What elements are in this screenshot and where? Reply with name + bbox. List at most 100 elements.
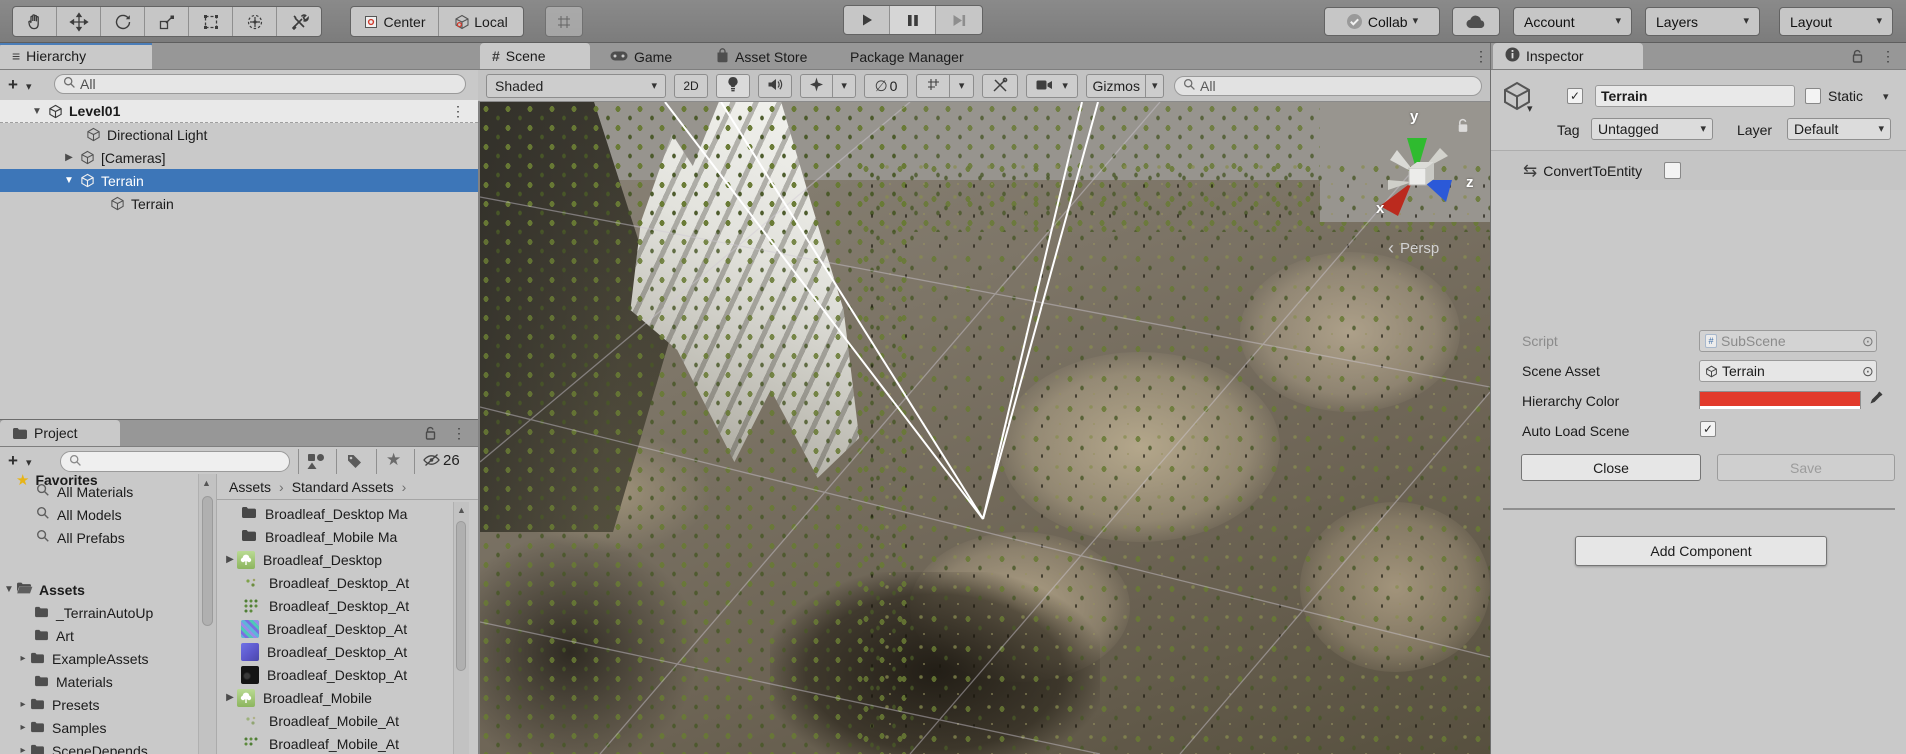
script-field[interactable]: # SubScene ⊙ xyxy=(1699,330,1877,352)
tree-item-folder[interactable]: Art xyxy=(0,624,198,647)
foldout-open-icon[interactable]: ▼ xyxy=(2,584,16,595)
create-object-dropdown-arrow[interactable]: ▾ xyxy=(26,82,32,93)
hierarchy-color-swatch[interactable] xyxy=(1699,391,1861,409)
tree-item-search[interactable]: All Models xyxy=(0,503,198,526)
shading-mode-dropdown[interactable]: Shaded ▾ xyxy=(486,74,666,98)
tab-package-manager[interactable]: Package Manager xyxy=(840,43,974,70)
breadcrumb-root[interactable]: Assets xyxy=(229,479,271,495)
hierarchy-search-input[interactable]: All xyxy=(54,74,466,94)
project-menu-kebab[interactable]: ⋮ xyxy=(452,426,466,440)
foldout-closed-icon[interactable]: ▶ xyxy=(223,692,237,703)
convert-checkbox[interactable] xyxy=(1664,162,1682,179)
gizmo-lock-icon[interactable] xyxy=(1456,118,1470,137)
layer-dropdown[interactable]: Default ▾ xyxy=(1787,118,1891,140)
scene-options-kebab[interactable]: ⋮ xyxy=(451,104,465,118)
scene-viewport[interactable]: y x z ‹ Persp xyxy=(480,102,1490,754)
gizmos-dropdown[interactable]: Gizmos ▾ xyxy=(1086,74,1164,98)
rect-tool-button[interactable] xyxy=(189,7,233,36)
label-tag-icon[interactable] xyxy=(346,453,363,473)
scene-menu-kebab[interactable]: ⋮ xyxy=(1474,49,1488,63)
tag-dropdown[interactable]: Untagged ▾ xyxy=(1591,118,1713,140)
tab-inspector[interactable]: Inspector xyxy=(1493,43,1643,69)
eyedropper-icon[interactable] xyxy=(1869,390,1884,408)
object-picker-icon[interactable]: ⊙ xyxy=(1862,333,1874,350)
tree-item-folder[interactable]: ▸ ExampleAssets xyxy=(0,647,198,670)
tree-item-folder[interactable]: ▸ Samples xyxy=(0,716,198,739)
hierarchy-row[interactable]: Directional Light xyxy=(0,123,478,146)
cloud-button[interactable] xyxy=(1452,7,1500,36)
favorites-star-icon[interactable]: ★ xyxy=(386,450,401,470)
scroll-up-icon[interactable]: ▲ xyxy=(457,505,466,515)
object-picker-icon[interactable]: ⊙ xyxy=(1862,363,1874,380)
scene-visibility-toggle[interactable]: ∅ 0 xyxy=(864,74,908,98)
hierarchy-row-selected[interactable]: ▼ Terrain xyxy=(0,169,478,192)
pivot-toggle-button[interactable]: Center xyxy=(351,7,439,36)
hidden-eye-icon[interactable] xyxy=(422,452,441,471)
asset-row[interactable]: Broadleaf_Desktop_At xyxy=(217,594,457,617)
scene-search-input[interactable]: All xyxy=(1174,76,1482,96)
asset-row[interactable]: Broadleaf_Mobile_At xyxy=(217,732,457,754)
asset-row[interactable]: Broadleaf_Desktop_At xyxy=(217,617,457,640)
scene-camera-dropdown[interactable]: ▾ xyxy=(1026,74,1078,98)
foldout-closed-icon[interactable]: ▶ xyxy=(62,152,76,163)
file-list-scrollbar[interactable]: ▲ xyxy=(453,502,469,754)
asset-row[interactable]: Broadleaf_Desktop_At xyxy=(217,640,457,663)
move-tool-button[interactable] xyxy=(57,7,101,36)
grid-snap-button[interactable] xyxy=(545,6,583,37)
static-dropdown-arrow[interactable]: ▾ xyxy=(1883,92,1889,103)
tree-scrollbar[interactable]: ▲ xyxy=(198,474,216,754)
asset-row[interactable]: Broadleaf_Desktop_At xyxy=(217,663,457,686)
gameobject-name-field[interactable]: Terrain xyxy=(1595,85,1795,107)
save-button[interactable]: Save xyxy=(1717,454,1895,481)
foldout-closed-icon[interactable]: ▸ xyxy=(16,745,30,754)
hierarchy-row-scene[interactable]: ▼ Level01 ⋮ xyxy=(0,100,478,123)
transform-tool-button[interactable] xyxy=(233,7,277,36)
add-component-button[interactable]: Add Component xyxy=(1575,536,1827,566)
layers-dropdown[interactable]: Layers ▾ xyxy=(1645,7,1760,36)
scene-tools-button[interactable] xyxy=(982,74,1018,98)
lock-icon[interactable] xyxy=(424,426,437,444)
asset-row[interactable]: Broadleaf_Desktop Ma xyxy=(217,502,457,525)
static-checkbox[interactable] xyxy=(1805,88,1821,104)
create-asset-dropdown-arrow[interactable]: ▾ xyxy=(26,458,32,469)
tree-item-folder[interactable]: ▸ Presets xyxy=(0,693,198,716)
tab-game[interactable]: Game xyxy=(600,43,682,70)
foldout-closed-icon[interactable]: ▸ xyxy=(16,699,30,710)
foldout-open-icon[interactable]: ▼ xyxy=(30,106,44,117)
tree-item-folder[interactable]: Materials xyxy=(0,670,198,693)
tree-item-assets-root[interactable]: ▼ Assets xyxy=(0,578,198,601)
scene-asset-field[interactable]: Terrain ⊙ xyxy=(1699,360,1877,382)
create-asset-button[interactable]: + xyxy=(8,451,18,471)
tree-item-search[interactable]: All Prefabs xyxy=(0,526,198,549)
hierarchy-row[interactable]: Terrain xyxy=(0,192,478,215)
tab-scene[interactable]: # Scene xyxy=(480,43,590,69)
close-button[interactable]: Close xyxy=(1521,454,1701,481)
custom-tool-button[interactable] xyxy=(277,7,321,36)
tab-hierarchy[interactable]: ≡ Hierarchy xyxy=(0,43,152,69)
projection-mode-label[interactable]: ‹ Persp xyxy=(1388,238,1439,259)
tree-item-folder[interactable]: ▸ SceneDepends xyxy=(0,739,198,754)
pause-button[interactable] xyxy=(890,6,936,34)
autoload-checkbox[interactable]: ✓ xyxy=(1700,421,1716,437)
scrollbar-thumb[interactable] xyxy=(456,521,466,671)
scroll-up-icon[interactable]: ▲ xyxy=(202,478,211,488)
rotate-tool-button[interactable] xyxy=(101,7,145,36)
tree-item-search[interactable]: All Materials xyxy=(0,480,198,503)
scene-grid-dropdown[interactable]: ▾ xyxy=(916,74,974,98)
scene-effects-dropdown[interactable]: ▾ xyxy=(800,74,856,98)
tab-asset-store[interactable]: Asset Store xyxy=(706,43,817,70)
lock-icon[interactable] xyxy=(1851,49,1864,67)
asset-row[interactable]: Broadleaf_Mobile_At xyxy=(217,709,457,732)
scrollbar-thumb[interactable] xyxy=(202,496,213,626)
package-filter-icon[interactable] xyxy=(306,452,326,473)
play-button[interactable] xyxy=(844,6,890,34)
step-button[interactable] xyxy=(936,6,982,34)
breadcrumb-current[interactable]: Standard Assets xyxy=(292,479,394,495)
tab-project[interactable]: Project xyxy=(0,420,120,446)
scene-audio-toggle[interactable] xyxy=(758,74,792,98)
scene-lighting-toggle[interactable] xyxy=(716,74,750,98)
asset-row[interactable]: ▶ Broadleaf_Desktop xyxy=(217,548,457,571)
foldout-closed-icon[interactable]: ▸ xyxy=(16,653,30,664)
asset-row[interactable]: Broadleaf_Desktop_At xyxy=(217,571,457,594)
collab-dropdown[interactable]: Collab ▾ xyxy=(1324,7,1440,36)
